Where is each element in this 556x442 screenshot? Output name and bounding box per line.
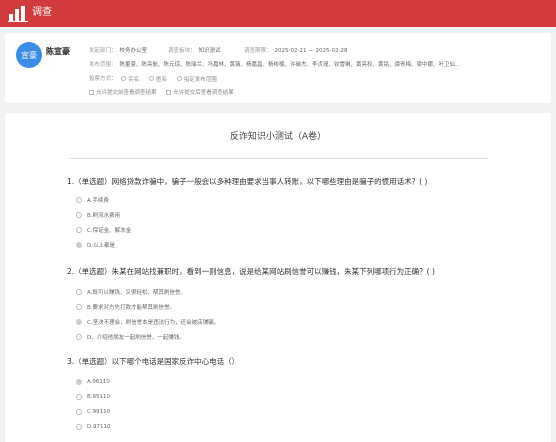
- q2-option-a[interactable]: A.既可以赚钱，又很轻松，帮其刷信誉。: [76, 288, 186, 296]
- check-before-submit[interactable]: [89, 89, 94, 95]
- bar-chart-icon: [8, 6, 28, 22]
- top-bar: 调查: [0, 0, 556, 27]
- q2-option-b[interactable]: B.要求对方先打款才能帮其刷信誉。: [76, 303, 175, 311]
- meta-checks: 允许提交前查看调查结果 允许提交后查看调查结果: [89, 88, 242, 96]
- q1-option-b[interactable]: B.刷流水费用: [76, 211, 120, 219]
- radio-selected-icon[interactable]: [76, 242, 82, 248]
- meta-period: 调查期限： 2025-02-21 — 2025-02-28: [244, 48, 348, 54]
- vote-radio-anonymous[interactable]: [149, 76, 155, 81]
- quiz-title: 反诈知识小测试（A卷）: [229, 132, 327, 142]
- q3-option-c[interactable]: C.99110: [76, 409, 110, 415]
- question-1: 1.（单选题）网络贷款诈骗中，骗子一般会以多种理由要求当事人转账，以下哪些理由是…: [67, 177, 428, 186]
- vote-radio-scope[interactable]: [176, 76, 182, 81]
- meta-vote: 投票方式： 实名 匿名 指定发布范围: [89, 76, 217, 83]
- radio-icon[interactable]: [76, 334, 82, 340]
- q2-option-d[interactable]: D。介绍他朋友一起刷信誉，一起赚钱。: [76, 333, 185, 341]
- app-title: 调查: [32, 7, 52, 18]
- radio-icon[interactable]: [76, 212, 82, 218]
- question-3: 3.（单选题）以下哪个电话是国家反诈中心电话（）: [67, 357, 240, 366]
- radio-icon[interactable]: [76, 304, 82, 310]
- q2-option-c[interactable]: C.坚决不理会，刷信誉本是违法行为，还会被店铺骗。: [76, 318, 219, 326]
- quiz-sheet: 反诈知识小测试（A卷） 1.（单选题）网络贷款诈骗中，骗子一般会以多种理由要求当…: [5, 113, 551, 442]
- survey-info-card: 宣豪 陈宣豪 发起部门： 校务办公室 调查板块： 知识测试 调查期限： 2025-02…: [5, 33, 551, 103]
- radio-icon[interactable]: [76, 424, 82, 430]
- q3-option-b[interactable]: B.95110: [76, 394, 110, 400]
- radio-icon[interactable]: [76, 289, 82, 295]
- q1-option-a[interactable]: A.手续费: [76, 196, 109, 204]
- user-name: 陈宣豪: [46, 47, 70, 56]
- divider: [70, 158, 488, 159]
- q3-option-a[interactable]: A.96110: [76, 379, 110, 385]
- radio-icon[interactable]: [76, 197, 82, 203]
- radio-icon[interactable]: [76, 394, 82, 400]
- q1-option-c[interactable]: C.保证金、解冻金: [76, 226, 131, 234]
- question-2: 2.（单选题）朱某在网站找兼职时，看到一则信息，说是给某网站刷信誉可以赚钱，朱某…: [67, 267, 435, 276]
- radio-icon[interactable]: [76, 409, 82, 415]
- radio-icon[interactable]: [76, 227, 82, 233]
- meta-dept: 发起部门： 校务办公室: [89, 48, 148, 54]
- check-after-submit[interactable]: [166, 89, 172, 95]
- radio-selected-icon[interactable]: [76, 379, 82, 385]
- avatar: 宣豪: [16, 42, 42, 68]
- meta-scope: 发布范围： 陈董豪、陈亮航、陈元琼、陈瑞兰、冯嘉林、黄薇、杨嘉昌、杨彬楠、许碳杰、…: [89, 62, 461, 68]
- vote-radio-realname[interactable]: [121, 76, 127, 81]
- radio-selected-icon[interactable]: [76, 319, 82, 325]
- q1-option-d[interactable]: D.以上都是: [76, 241, 115, 249]
- q3-option-d[interactable]: D.97110: [76, 424, 110, 430]
- meta-module: 调查板块： 知识测试: [168, 48, 221, 54]
